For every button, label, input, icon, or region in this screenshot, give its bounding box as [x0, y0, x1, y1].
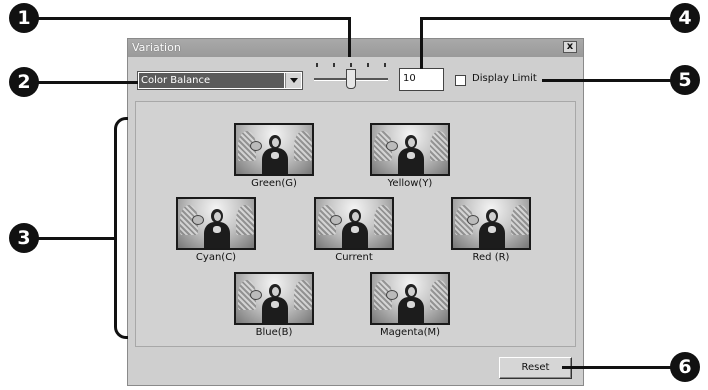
- thumbnail-label-yellow: Yellow(Y): [387, 178, 433, 189]
- slider-tick: [316, 63, 318, 67]
- slider-thumb[interactable]: [346, 69, 356, 89]
- subject-hat: [250, 290, 262, 300]
- thumbnail-label-green: Green(G): [251, 178, 297, 189]
- thumbnail-label-cyan: Cyan(C): [195, 252, 237, 263]
- subject-face: [408, 138, 415, 147]
- title-bar[interactable]: Variation x: [128, 39, 583, 57]
- thumbnail-label-red: Red (R): [472, 252, 510, 263]
- thumbnail-label-current: Current: [335, 252, 373, 263]
- callout-1-leader: [348, 17, 351, 57]
- callout-4-badge: 4: [670, 3, 700, 33]
- callout-1-badge: 1: [9, 3, 39, 33]
- slider-tick: [384, 63, 386, 67]
- subject-face: [408, 287, 415, 296]
- callout-3-badge: 3: [9, 223, 39, 253]
- thumbnail-green[interactable]: [234, 123, 314, 176]
- subject-hat: [467, 215, 479, 225]
- subject-hands: [351, 226, 359, 233]
- subject-face: [352, 212, 359, 221]
- subject-hat: [330, 215, 342, 225]
- callout-1-leader: [36, 17, 350, 20]
- subject-face: [214, 212, 221, 221]
- callout-2-badge: 2: [9, 67, 39, 97]
- tree-shape: [294, 280, 312, 310]
- chevron-down-icon[interactable]: [285, 73, 301, 88]
- thumbnail-red[interactable]: [451, 197, 531, 250]
- tree-shape: [236, 205, 254, 235]
- subject-hat: [250, 141, 262, 151]
- tree-shape: [430, 131, 448, 161]
- subject-hands: [407, 152, 415, 159]
- callout-5-leader: [542, 79, 672, 82]
- tree-shape: [294, 131, 312, 161]
- callout-6-leader: [562, 366, 672, 369]
- subject-hands: [271, 152, 279, 159]
- callout-5-badge: 5: [670, 65, 700, 95]
- subject-hands: [213, 226, 221, 233]
- thumbnail-group-bracket: [114, 117, 128, 339]
- display-limit-checkbox[interactable]: [455, 75, 466, 86]
- mode-dropdown-value: Color Balance: [139, 73, 284, 88]
- tree-shape: [511, 205, 529, 235]
- variation-preview-group: Green(G) Yellow(Y) Cyan(C) Current Red (…: [135, 101, 576, 347]
- step-slider[interactable]: [312, 63, 390, 93]
- callout-4-leader: [420, 17, 423, 69]
- callout-2-leader: [36, 81, 138, 84]
- display-limit-label[interactable]: Display Limit: [472, 73, 537, 84]
- tree-shape: [374, 205, 392, 235]
- thumbnail-yellow[interactable]: [370, 123, 450, 176]
- callout-4-leader: [420, 17, 682, 20]
- subject-face: [272, 287, 279, 296]
- subject-hands: [488, 226, 496, 233]
- tree-shape: [430, 280, 448, 310]
- subject-hands: [407, 301, 415, 308]
- subject-hat: [386, 290, 398, 300]
- thumbnail-label-magenta: Magenta(M): [379, 327, 441, 338]
- callout-3-leader: [36, 237, 116, 240]
- slider-tick: [367, 63, 369, 67]
- mode-dropdown[interactable]: Color Balance: [137, 71, 303, 90]
- thumbnail-blue[interactable]: [234, 272, 314, 325]
- slider-tick: [333, 63, 335, 67]
- step-input[interactable]: 10: [399, 68, 444, 91]
- subject-face: [489, 212, 496, 221]
- slider-tick: [350, 63, 352, 67]
- thumbnail-label-blue: Blue(B): [255, 327, 293, 338]
- subject-hands: [271, 301, 279, 308]
- callout-6-badge: 6: [670, 352, 700, 382]
- window-title: Variation: [132, 41, 181, 54]
- close-button[interactable]: x: [563, 41, 577, 53]
- subject-hat: [192, 215, 204, 225]
- thumbnail-magenta[interactable]: [370, 272, 450, 325]
- variation-dialog: Variation x Color Balance 10 Display Lim…: [127, 38, 584, 386]
- subject-hat: [386, 141, 398, 151]
- subject-face: [272, 138, 279, 147]
- thumbnail-current[interactable]: [314, 197, 394, 250]
- thumbnail-cyan[interactable]: [176, 197, 256, 250]
